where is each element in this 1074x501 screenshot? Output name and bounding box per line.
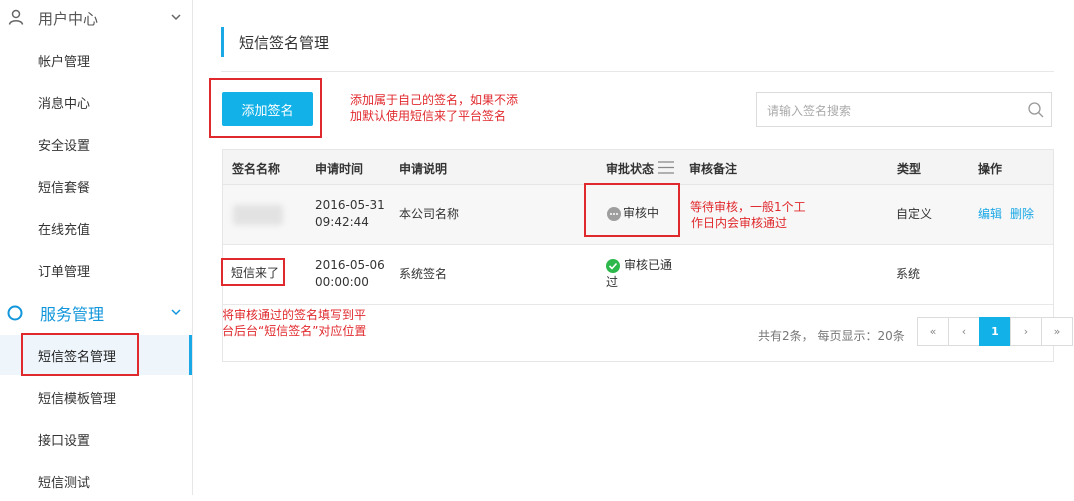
sidebar-item-label: 短信测试 bbox=[38, 475, 91, 491]
apply-time: 2016-05-31 09:42:44 bbox=[315, 197, 385, 231]
check-circle-icon bbox=[606, 258, 620, 273]
add-signature-button[interactable]: 添加签名 bbox=[222, 92, 313, 126]
sidebar-item-label: 接口设置 bbox=[38, 433, 91, 449]
sidebar-item-sms-template[interactable]: 短信模板管理 bbox=[0, 377, 192, 417]
edit-link[interactable]: 编辑 bbox=[978, 206, 1002, 223]
sidebar-group-label: 用户中心 bbox=[38, 9, 99, 28]
page-title: 短信签名管理 bbox=[239, 34, 330, 52]
main-content: 短信签名管理 添加签名 添加属于自己的签名，如果不添 加默认使用短信来了平台签名… bbox=[193, 0, 1074, 495]
sidebar-item-label: 安全设置 bbox=[38, 138, 91, 154]
sidebar-item-sms-test[interactable]: 短信测试 bbox=[0, 461, 192, 501]
highlight-box bbox=[221, 258, 285, 286]
divider bbox=[221, 71, 1054, 72]
page-prev-button[interactable]: ‹ bbox=[948, 317, 980, 346]
header-apply-desc: 申请说明 bbox=[399, 162, 448, 176]
sidebar-item-security[interactable]: 安全设置 bbox=[0, 124, 192, 164]
search-box[interactable] bbox=[756, 92, 1052, 127]
sidebar-item-api-settings[interactable]: 接口设置 bbox=[0, 419, 192, 459]
filter-menu-icon[interactable] bbox=[657, 160, 675, 175]
annotation-line: 加默认使用短信来了平台签名 bbox=[350, 109, 507, 123]
sidebar-item-recharge[interactable]: 在线充值 bbox=[0, 208, 192, 248]
highlight-box bbox=[21, 333, 139, 376]
sidebar-item-label: 消息中心 bbox=[38, 96, 91, 112]
annotation-line: 添加属于自己的签名，如果不添 bbox=[350, 93, 519, 107]
sidebar-item-label: 短信模板管理 bbox=[38, 391, 117, 407]
status-text-cont: 过 bbox=[606, 275, 619, 289]
table-row: 短信来了 2016-05-06 00:00:00 系统签名 审核已通 过 系统 bbox=[223, 245, 1053, 305]
sidebar: 用户中心 帐户管理 消息中心 安全设置 短信套餐 在线充值 订单管理 服务管理 … bbox=[0, 0, 193, 495]
header-actions: 操作 bbox=[978, 162, 1003, 176]
header-review-note: 审核备注 bbox=[689, 162, 738, 176]
title-accent-bar bbox=[221, 27, 224, 57]
signature-table: 签名名称 申请时间 申请说明 审批状态 审核备注 类型 操作 2016-05-3… bbox=[222, 149, 1073, 362]
sidebar-item-orders[interactable]: 订单管理 bbox=[0, 250, 192, 290]
highlight-box bbox=[584, 183, 680, 237]
sidebar-item-label: 订单管理 bbox=[38, 264, 91, 280]
type: 系统 bbox=[896, 267, 921, 281]
apply-clock: 00:00:00 bbox=[315, 275, 369, 289]
pagination-info: 共有2条， 每页显示：20条 bbox=[758, 329, 905, 343]
sidebar-item-label: 在线充值 bbox=[38, 222, 91, 238]
sidebar-item-label: 帐户管理 bbox=[38, 54, 91, 70]
sidebar-item-messages[interactable]: 消息中心 bbox=[0, 82, 192, 122]
user-icon bbox=[8, 9, 24, 25]
apply-desc: 系统签名 bbox=[399, 267, 448, 281]
apply-desc: 本公司名称 bbox=[399, 207, 460, 221]
header-name: 签名名称 bbox=[232, 162, 281, 176]
status-text: 审核已通 bbox=[624, 258, 673, 272]
page-current-button[interactable]: 1 bbox=[979, 317, 1011, 346]
circle-icon bbox=[7, 305, 23, 321]
blurred-signature-name bbox=[233, 205, 283, 225]
page-next-button[interactable]: › bbox=[1010, 317, 1042, 346]
type: 自定义 bbox=[896, 207, 933, 221]
sidebar-group-user-center[interactable]: 用户中心 bbox=[0, 0, 192, 36]
page-last-button[interactable]: » bbox=[1041, 317, 1073, 346]
chevron-down-icon bbox=[171, 309, 181, 316]
review-annotation: 等待审核，一般1个工 作日内会审核通过 bbox=[690, 199, 806, 231]
header-apply-time: 申请时间 bbox=[315, 162, 364, 176]
apply-clock: 09:42:44 bbox=[315, 215, 369, 229]
sidebar-item-account[interactable]: 帐户管理 bbox=[0, 40, 192, 80]
apply-date: 2016-05-06 bbox=[315, 258, 385, 272]
chevron-down-icon bbox=[171, 14, 181, 21]
search-icon[interactable] bbox=[1027, 101, 1045, 119]
pagination: « ‹ 1 › » bbox=[917, 317, 1073, 346]
delete-link[interactable]: 删除 bbox=[1010, 206, 1034, 223]
add-annotation: 添加属于自己的签名，如果不添 加默认使用短信来了平台签名 bbox=[350, 92, 518, 124]
header-type: 类型 bbox=[897, 162, 922, 176]
apply-date: 2016-05-31 bbox=[315, 198, 385, 212]
sidebar-item-label: 短信套餐 bbox=[38, 180, 91, 196]
table-header: 签名名称 申请时间 申请说明 审批状态 审核备注 类型 操作 bbox=[223, 150, 1053, 185]
apply-time: 2016-05-06 00:00:00 bbox=[315, 257, 385, 291]
sidebar-group-service[interactable]: 服务管理 bbox=[0, 295, 192, 331]
status-badge: 审核已通 过 bbox=[606, 257, 672, 291]
annotation-line: 等待审核，一般1个工 bbox=[690, 200, 806, 214]
sidebar-group-label: 服务管理 bbox=[40, 305, 105, 324]
sidebar-item-sms-package[interactable]: 短信套餐 bbox=[0, 166, 192, 206]
page-first-button[interactable]: « bbox=[917, 317, 949, 346]
header-status: 审批状态 bbox=[606, 162, 655, 176]
search-input[interactable] bbox=[765, 100, 1019, 122]
annotation-line: 作日内会审核通过 bbox=[691, 216, 788, 230]
